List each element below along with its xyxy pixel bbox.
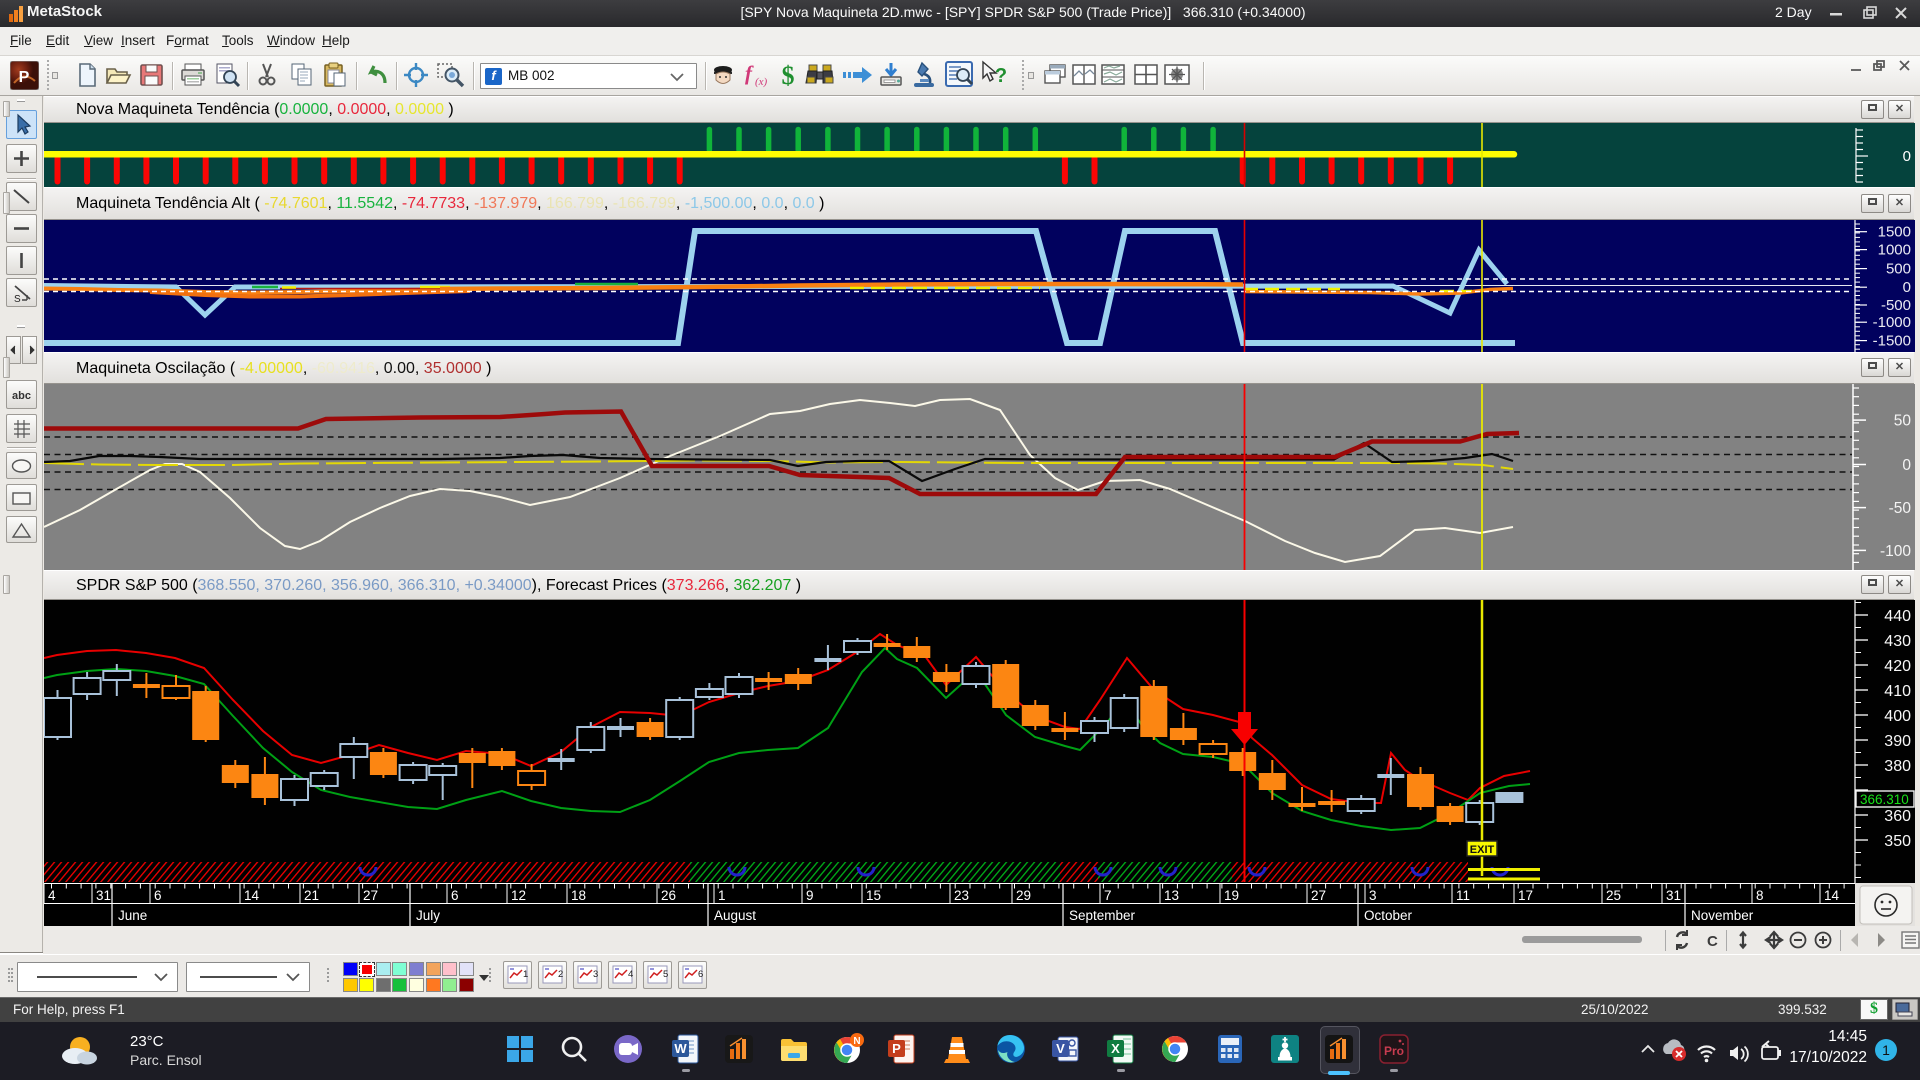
svg-text:18: 18 — [571, 888, 586, 903]
svg-text:3: 3 — [1369, 888, 1377, 903]
svg-text:5: 5 — [663, 969, 668, 980]
svg-text:4: 4 — [48, 888, 56, 903]
svg-text:1: 1 — [718, 888, 726, 903]
svg-text:400: 400 — [1884, 708, 1911, 725]
svg-text:1000: 1000 — [1878, 242, 1911, 259]
svg-text:-1000: -1000 — [1873, 314, 1911, 331]
svg-text:abc: abc — [12, 390, 31, 402]
svg-text:$: $ — [782, 61, 795, 90]
svg-text:26: 26 — [661, 888, 676, 903]
svg-text:14: 14 — [244, 888, 260, 903]
svg-text:27: 27 — [1311, 888, 1326, 903]
svg-text:11: 11 — [1456, 888, 1470, 903]
svg-text:3: 3 — [593, 969, 598, 980]
svg-text:8: 8 — [1756, 888, 1764, 903]
svg-text:420: 420 — [1884, 658, 1911, 675]
svg-text:25: 25 — [1606, 888, 1621, 903]
svg-text:29: 29 — [1016, 888, 1031, 903]
svg-text:13: 13 — [1164, 888, 1179, 903]
svg-text:November: November — [1691, 908, 1754, 923]
svg-text:Pro: Pro — [1384, 1044, 1404, 1058]
svg-text:15: 15 — [866, 888, 881, 903]
svg-text:430: 430 — [1884, 633, 1911, 650]
svg-text:-1500: -1500 — [1873, 333, 1911, 350]
svg-text:350: 350 — [1884, 833, 1911, 850]
svg-text:12: 12 — [511, 888, 526, 903]
svg-text:19: 19 — [1224, 888, 1239, 903]
svg-text:31: 31 — [1666, 888, 1681, 903]
svg-text:390: 390 — [1884, 733, 1911, 750]
svg-text:0: 0 — [1902, 457, 1911, 474]
svg-text:?: ? — [995, 65, 1007, 87]
svg-text:360: 360 — [1884, 808, 1911, 825]
svg-text:6: 6 — [451, 888, 459, 903]
svg-text:July: July — [416, 908, 440, 923]
svg-text:V: V — [1056, 1041, 1065, 1056]
svg-text:2: 2 — [558, 969, 563, 980]
svg-text:6: 6 — [698, 969, 703, 980]
svg-text:S: S — [14, 294, 21, 305]
svg-text:P: P — [892, 1041, 901, 1056]
svg-text:6: 6 — [154, 888, 162, 903]
svg-text:N: N — [853, 1036, 860, 1047]
svg-text:1: 1 — [523, 969, 528, 980]
svg-text:0: 0 — [1903, 148, 1911, 165]
svg-text:23: 23 — [954, 888, 969, 903]
svg-text:-500: -500 — [1881, 297, 1911, 314]
svg-text:21: 21 — [304, 888, 319, 903]
svg-text:27: 27 — [363, 888, 378, 903]
svg-text:W: W — [674, 1041, 687, 1056]
svg-text:(x): (x) — [755, 76, 768, 88]
svg-text:7: 7 — [1104, 888, 1112, 903]
svg-text:380: 380 — [1884, 758, 1911, 775]
svg-text:June: June — [118, 908, 147, 923]
svg-text:P: P — [19, 69, 30, 86]
svg-text:31: 31 — [96, 888, 111, 903]
svg-text:440: 440 — [1884, 608, 1911, 625]
svg-text:4: 4 — [628, 969, 633, 980]
svg-text:X: X — [1111, 1041, 1120, 1056]
svg-text:August: August — [714, 908, 756, 923]
svg-text:-50: -50 — [1889, 500, 1912, 517]
svg-text:410: 410 — [1884, 683, 1911, 700]
svg-text:EXIT: EXIT — [1470, 844, 1495, 856]
svg-text:October: October — [1364, 908, 1413, 923]
svg-text:14: 14 — [1824, 888, 1840, 903]
svg-text:September: September — [1069, 908, 1136, 923]
svg-text:0: 0 — [1903, 279, 1911, 296]
svg-text:C: C — [1707, 933, 1718, 950]
svg-text:366.310: 366.310 — [1860, 792, 1909, 807]
svg-text:50: 50 — [1894, 413, 1912, 430]
svg-text:f: f — [745, 61, 754, 85]
svg-text:-100: -100 — [1880, 543, 1911, 560]
svg-text:9: 9 — [806, 888, 814, 903]
svg-text:1500: 1500 — [1878, 224, 1911, 241]
svg-text:17: 17 — [1518, 888, 1533, 903]
svg-text:500: 500 — [1886, 261, 1911, 278]
